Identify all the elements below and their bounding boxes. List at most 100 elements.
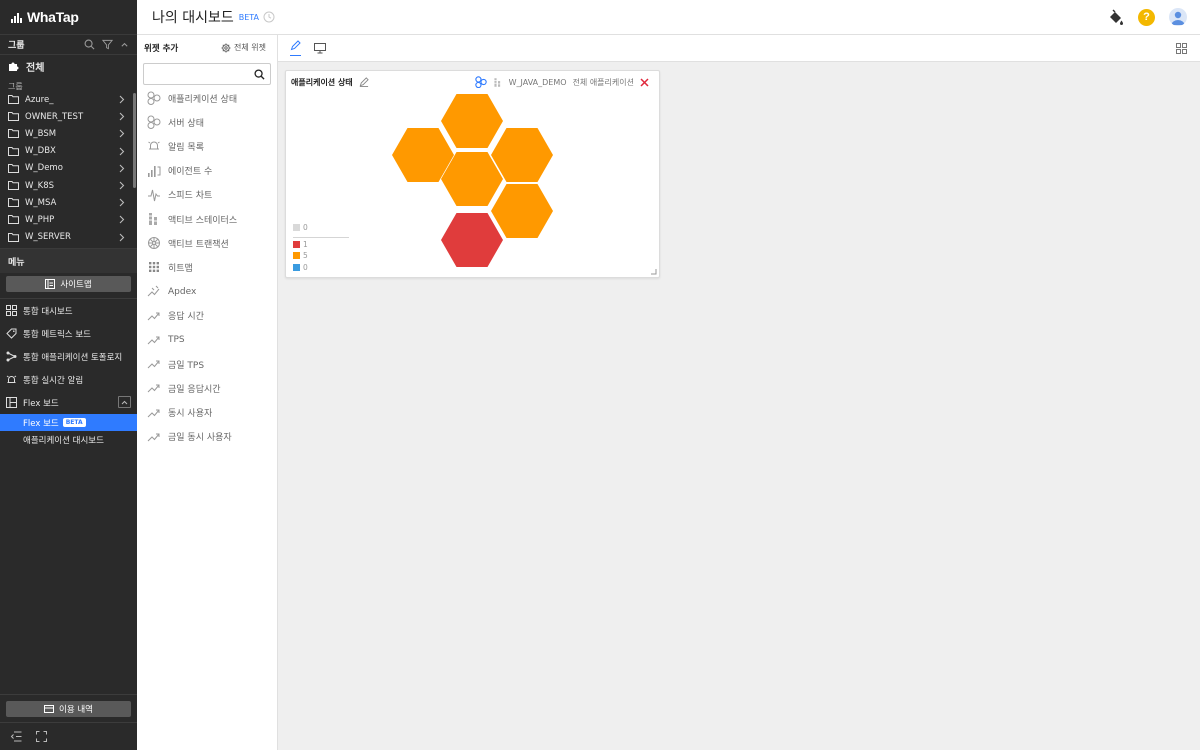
legend-swatch — [293, 224, 300, 232]
widget-item-today-tps[interactable]: 금일 TPS — [137, 352, 277, 376]
legend-swatch — [293, 240, 300, 248]
palette-title: 위젯 추가 — [144, 43, 179, 54]
edit-mode-button[interactable] — [290, 40, 301, 56]
pencil-icon[interactable] — [359, 77, 369, 87]
app-hexagon-critical[interactable] — [441, 213, 503, 267]
chevron-right-icon — [119, 181, 125, 190]
group-header: 그룹 — [0, 34, 137, 55]
legend-value: 0 — [303, 223, 308, 233]
app-hexagon-warning[interactable] — [491, 128, 553, 182]
widget-item-today-concurrent-users[interactable]: 금일 동시 사용자 — [137, 425, 277, 449]
folder-icon — [8, 215, 19, 225]
group-item[interactable]: W_PHP — [0, 211, 137, 228]
search-icon[interactable] — [254, 69, 265, 80]
project-name[interactable]: W_JAVA_DEMO — [509, 78, 567, 87]
app-scope[interactable]: 전체 애플리케이션 — [573, 77, 634, 88]
sub-item-flex-board[interactable]: Flex 보드 BETA — [0, 414, 137, 431]
group-header-title: 그룹 — [8, 41, 25, 51]
stacked-bars-icon — [148, 213, 158, 226]
top-header: 나의 대시보드 BETA ? — [137, 0, 1200, 35]
group-all[interactable]: 전체 — [0, 55, 137, 77]
all-widgets-button[interactable]: 전체 위젯 — [221, 42, 266, 53]
group-item[interactable]: W_K8S — [0, 177, 137, 194]
filter-icon[interactable] — [102, 39, 113, 50]
widget-item-agent-count[interactable]: 에이전트 수 — [137, 159, 277, 183]
speed-chart-icon — [148, 189, 160, 201]
widget-search-input[interactable] — [144, 64, 270, 84]
widget-item-tps[interactable]: TPS — [137, 328, 277, 352]
widget-item-app-status[interactable]: 애플리케이션 상태 — [137, 86, 277, 110]
group-item-label: W_Demo — [25, 163, 63, 174]
widget-item-label: Apdex — [168, 286, 197, 297]
alarm-icon — [6, 375, 17, 383]
widget-item-label: TPS — [168, 334, 185, 345]
collapse-sidebar-icon[interactable] — [10, 731, 22, 742]
widget-item-response-time[interactable]: 응답 시간 — [137, 304, 277, 328]
group-item[interactable]: Azure_ — [0, 91, 137, 108]
widget-item-today-response-time[interactable]: 금일 응답시간 — [137, 376, 277, 400]
user-icon — [1171, 11, 1185, 25]
widget-item-label: 에이전트 수 — [168, 167, 213, 178]
sitemap-button[interactable]: 사이트맵 — [6, 276, 131, 292]
menu-item-label: 통합 실시간 알림 — [23, 375, 84, 386]
group-item[interactable]: W_Demo — [0, 160, 137, 177]
group-item[interactable]: W_DBX — [0, 143, 137, 160]
legend-row: 0 — [293, 222, 349, 234]
widget-item-label: 금일 응답시간 — [168, 384, 221, 395]
folder-icon — [8, 112, 19, 122]
widget-item-label: 금일 동시 사용자 — [168, 433, 232, 444]
group-item[interactable]: W_BSM — [0, 125, 137, 142]
widget-item-alert-list[interactable]: 알림 목록 — [137, 134, 277, 158]
widget-item-active-status[interactable]: 액티브 스테이터스 — [137, 207, 277, 231]
folder-icon — [8, 232, 19, 242]
menu-item-integrated-dashboard[interactable]: 통합 대시보드 — [0, 299, 137, 322]
widget-item-active-transaction[interactable]: 액티브 트랜잭션 — [137, 231, 277, 255]
chevron-right-icon — [119, 129, 125, 138]
search-icon[interactable] — [84, 39, 95, 50]
widget-item-label: 액티브 트랜잭션 — [168, 239, 229, 250]
collapse-button[interactable] — [118, 396, 131, 408]
legend-row: 1 — [293, 239, 349, 251]
menu-item-label: Flex 보드 — [23, 398, 59, 409]
group-item[interactable]: W_MSA — [0, 194, 137, 211]
app-status-widget[interactable]: 애플리케이션 상태 W_JAVA_DEMO 전체 애플리케이션 0 1 5 0 — [285, 70, 660, 278]
menu-item-flex-board[interactable]: Flex 보드 — [0, 391, 137, 414]
help-icon[interactable]: ? — [1138, 8, 1155, 26]
stacked-bars-icon[interactable] — [493, 77, 503, 88]
widget-item-concurrent-users[interactable]: 동시 사용자 — [137, 400, 277, 424]
menu-item-topology[interactable]: 통합 애플리케이션 토폴로지 — [0, 345, 137, 368]
folder-icon — [8, 95, 19, 105]
widget-item-server-status[interactable]: 서버 상태 — [137, 110, 277, 134]
fullscreen-icon[interactable] — [36, 731, 47, 742]
group-item[interactable]: OWNER_TEST — [0, 108, 137, 125]
app-hexagon-warning[interactable] — [491, 184, 553, 238]
legend-value: 5 — [303, 251, 308, 261]
monitor-icon[interactable] — [314, 42, 326, 54]
widget-item-label: 동시 사용자 — [168, 409, 213, 420]
apdex-icon — [147, 285, 160, 296]
app-logo[interactable]: WhaTap — [0, 0, 137, 34]
widget-item-apdex[interactable]: Apdex — [137, 280, 277, 304]
grid-layout-icon[interactable] — [1176, 43, 1187, 54]
chevron-up-icon[interactable] — [120, 40, 129, 49]
app-hexagon-warning[interactable] — [441, 94, 503, 148]
widget-item-heatmap[interactable]: 히트맵 — [137, 255, 277, 279]
avatar[interactable] — [1169, 8, 1187, 26]
dashboard-grid-icon — [6, 305, 17, 316]
hexagon-cluster-icon[interactable] — [474, 76, 487, 88]
usage-button[interactable]: 이용 내역 — [6, 701, 131, 717]
status-legend: 0 1 5 0 — [293, 222, 349, 273]
widget-item-speed-chart[interactable]: 스피드 차트 — [137, 183, 277, 207]
group-all-label: 전체 — [26, 62, 45, 74]
sub-item-app-dashboard[interactable]: 애플리케이션 대시보드 — [0, 431, 137, 448]
group-item[interactable]: W_SERVER — [0, 229, 137, 246]
resize-handle-icon[interactable] — [650, 268, 657, 275]
menu-item-metrics-board[interactable]: 통합 메트릭스 보드 — [0, 322, 137, 345]
menu-item-realtime-alert[interactable]: 통합 실시간 알림 — [0, 368, 137, 391]
paint-bucket-icon[interactable] — [1107, 9, 1124, 26]
widget-item-label: 금일 TPS — [168, 360, 205, 371]
close-icon[interactable] — [640, 77, 649, 87]
beta-badge: BETA — [62, 418, 86, 427]
all-widgets-label: 전체 위젯 — [234, 43, 266, 52]
clock-icon[interactable] — [263, 11, 275, 23]
